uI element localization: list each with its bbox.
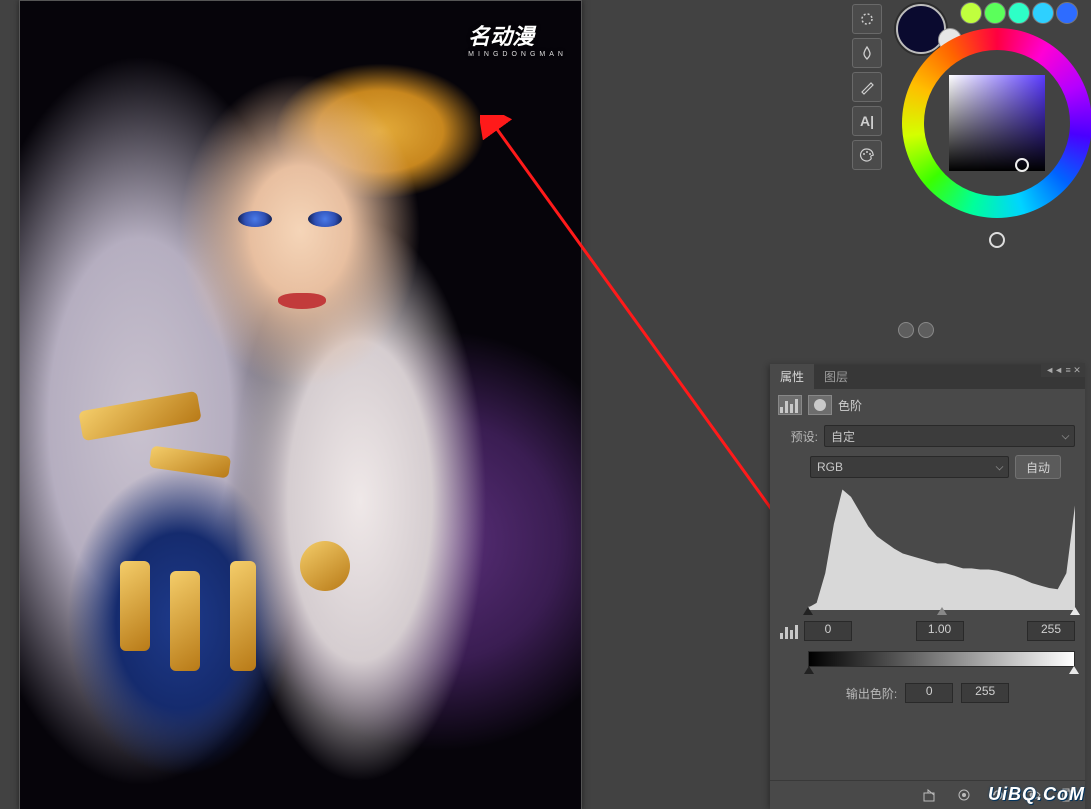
output-levels-gradient[interactable]	[808, 651, 1075, 667]
recent-colors-row	[960, 2, 1078, 24]
adjustment-title: 色阶	[838, 397, 862, 414]
preset-row: 预设: 自定	[770, 421, 1085, 451]
channel-value: RGB	[817, 460, 843, 474]
output-black-handle[interactable]	[804, 666, 814, 674]
input-levels-values: 0 1.00 255	[770, 617, 1085, 645]
panel-tabs: 属性 图层	[770, 365, 1085, 389]
artwork-armor-gold	[300, 541, 350, 591]
view-previous-icon[interactable]	[955, 786, 973, 804]
color-play-button[interactable]	[918, 322, 934, 338]
recent-color[interactable]	[984, 2, 1006, 24]
panel-collapse-menu[interactable]: ◄◄ ≡ ✕	[1041, 363, 1085, 377]
preset-value: 自定	[831, 428, 855, 445]
output-white-field[interactable]: 255	[961, 683, 1009, 703]
brush-tool[interactable]	[852, 72, 882, 102]
artwork-armor-gold	[78, 391, 201, 441]
trash-icon[interactable]	[1057, 786, 1075, 804]
artwork-armor-gold	[120, 561, 150, 651]
adjustment-header: 色阶	[770, 389, 1085, 421]
preset-select[interactable]: 自定	[824, 425, 1075, 447]
artwork-illustration	[20, 1, 581, 809]
clip-to-layer-icon[interactable]	[921, 786, 939, 804]
tab-properties[interactable]: 属性	[770, 364, 814, 389]
blur-icon	[859, 45, 875, 61]
artwork-armor-gold	[230, 561, 256, 671]
input-gamma-field[interactable]: 1.00	[916, 621, 964, 641]
output-white-handle[interactable]	[1069, 666, 1079, 674]
hue-wheel[interactable]	[902, 28, 1091, 218]
saturation-value-box[interactable]	[949, 75, 1045, 171]
preset-label: 预设:	[780, 428, 818, 445]
levels-mini-icon	[780, 623, 800, 639]
output-label: 输出色阶:	[846, 685, 897, 702]
channel-select[interactable]: RGB	[810, 456, 1009, 478]
layer-mask-icon[interactable]	[808, 395, 832, 415]
output-levels-row: 输出色阶: 0 255	[770, 669, 1085, 709]
panel-footer	[770, 780, 1085, 809]
recent-color[interactable]	[960, 2, 982, 24]
artwork-eye	[308, 211, 342, 227]
artwork-watermark-logo: 名动漫 MINGDONGMAN	[468, 19, 567, 58]
recent-color[interactable]	[1008, 2, 1030, 24]
input-black-field[interactable]: 0	[804, 621, 852, 641]
histogram-chart[interactable]	[808, 487, 1075, 607]
spot-heal-icon	[859, 11, 875, 27]
color-picker-panel	[890, 0, 1091, 344]
reset-icon[interactable]	[989, 786, 1007, 804]
channel-row: RGB 自动	[770, 451, 1085, 483]
properties-panel: ◄◄ ≡ ✕ 属性 图层 色阶 预设: 自定 RGB 自动	[770, 365, 1085, 809]
spot-heal-tool[interactable]	[852, 4, 882, 34]
levels-adjustment-icon	[778, 395, 802, 415]
text-tool[interactable]: A|	[852, 106, 882, 136]
recent-color[interactable]	[1032, 2, 1054, 24]
palette-icon	[859, 147, 875, 163]
input-levels-slider[interactable]	[808, 607, 1075, 617]
visibility-icon[interactable]	[1023, 786, 1041, 804]
histogram-area	[808, 487, 1075, 607]
auto-button[interactable]: 自动	[1015, 455, 1061, 479]
logo-text: 名动漫	[468, 24, 534, 49]
blur-tool[interactable]	[852, 38, 882, 68]
artwork-lips	[278, 293, 326, 309]
brush-icon	[859, 79, 875, 95]
sv-marker[interactable]	[1015, 158, 1029, 172]
artwork-armor-gold	[149, 446, 231, 479]
histogram-svg	[808, 487, 1075, 610]
recent-color[interactable]	[1056, 2, 1078, 24]
input-white-field[interactable]: 255	[1027, 621, 1075, 641]
gamma-handle[interactable]	[937, 607, 947, 615]
document-canvas[interactable]: 名动漫 MINGDONGMAN	[19, 0, 582, 809]
artwork-eye	[238, 211, 272, 227]
palette-tool[interactable]	[852, 140, 882, 170]
white-point-handle[interactable]	[1070, 607, 1080, 615]
artwork-armor-gold	[170, 571, 200, 671]
output-black-field[interactable]: 0	[905, 683, 953, 703]
vertical-toolbar: A|	[852, 0, 884, 170]
color-prev-button[interactable]	[898, 322, 914, 338]
logo-subtext: MINGDONGMAN	[468, 51, 567, 58]
hue-marker[interactable]	[989, 232, 1005, 248]
tab-layers[interactable]: 图层	[814, 364, 858, 389]
black-point-handle[interactable]	[803, 607, 813, 615]
text-tool-icon: A|	[860, 113, 874, 129]
